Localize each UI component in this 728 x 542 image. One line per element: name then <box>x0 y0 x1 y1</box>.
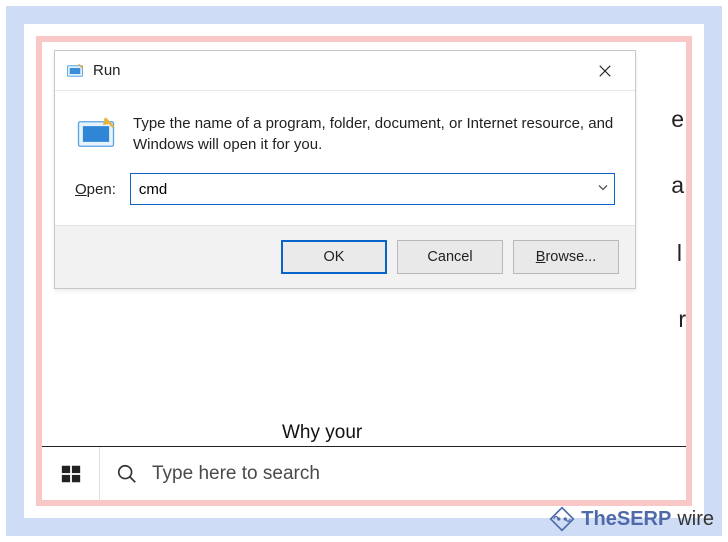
bg-letter: a <box>671 172 684 199</box>
windows-logo-icon <box>60 463 82 485</box>
taskbar: Type here to search <box>42 446 686 500</box>
outer-frame: e a l r Run <box>6 6 722 536</box>
search-placeholder: Type here to search <box>152 463 320 485</box>
browse-button[interactable]: Browse... <box>513 240 619 274</box>
watermark-text-2: wire <box>677 508 714 531</box>
titlebar: Run <box>55 51 635 91</box>
ok-button[interactable]: OK <box>281 240 387 274</box>
watermark: TheSERP wire <box>549 506 714 532</box>
bg-letter: e <box>671 106 684 133</box>
start-button[interactable] <box>42 447 100 500</box>
close-icon <box>598 64 612 78</box>
bg-letter: r <box>678 306 686 333</box>
dialog-title: Run <box>93 62 121 79</box>
run-icon <box>65 61 85 81</box>
run-dialog: Run Type the name of a <box>54 50 636 289</box>
bg-letter: l <box>677 240 682 267</box>
close-button[interactable] <box>585 56 625 86</box>
search-icon <box>116 463 138 485</box>
dialog-body: Type the name of a program, folder, docu… <box>55 91 635 169</box>
inner-frame: e a l r Run <box>36 36 692 506</box>
taskbar-search[interactable]: Type here to search <box>100 447 686 500</box>
watermark-text-1: TheSERP <box>581 508 671 531</box>
open-label: Open: <box>75 181 116 198</box>
button-row: OK Cancel Browse... <box>55 225 635 288</box>
watermark-logo-icon <box>549 506 575 532</box>
open-input[interactable] <box>130 173 615 205</box>
background-heading-fragment: Why your <box>282 422 362 444</box>
run-program-icon <box>75 113 117 155</box>
cancel-button[interactable]: Cancel <box>397 240 503 274</box>
open-row: Open: <box>55 169 635 225</box>
instruction-text: Type the name of a program, folder, docu… <box>133 113 615 155</box>
open-combobox[interactable] <box>130 173 615 205</box>
